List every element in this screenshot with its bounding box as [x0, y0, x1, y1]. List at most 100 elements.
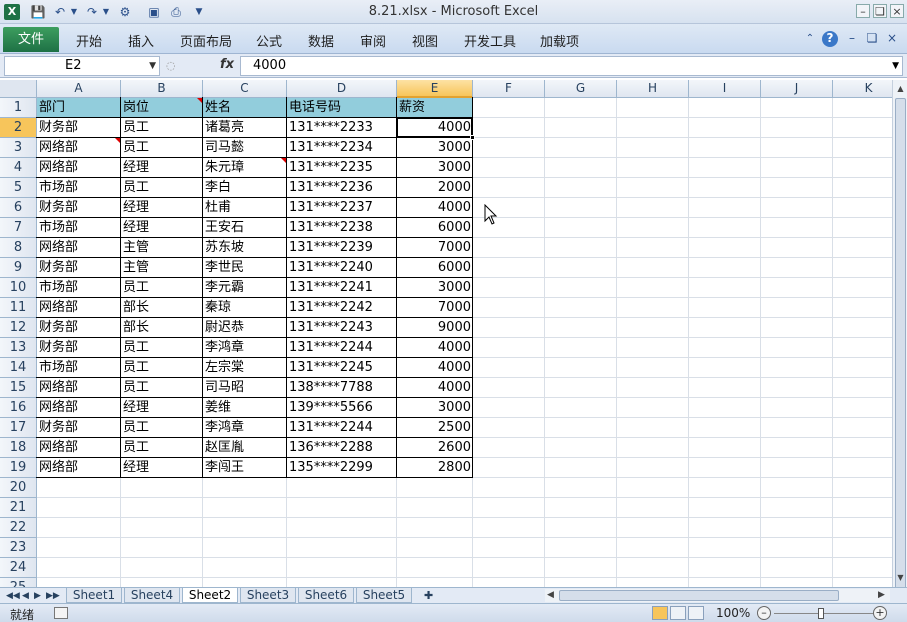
expand-formula-bar-icon[interactable]: ▼ — [892, 57, 899, 75]
row-header-19[interactable]: 19 — [0, 458, 37, 478]
row-header-18[interactable]: 18 — [0, 438, 37, 458]
column-header-h[interactable]: H — [617, 80, 689, 98]
sheet-tab-sheet4[interactable]: Sheet4 — [124, 588, 180, 603]
column-header-c[interactable]: C — [203, 80, 287, 98]
column-header-j[interactable]: J — [761, 80, 833, 98]
name-box-dropdown-icon[interactable]: ▼ — [149, 57, 156, 75]
row-header-5[interactable]: 5 — [0, 178, 37, 198]
tab-data[interactable]: 数据 — [308, 31, 334, 50]
tab-review[interactable]: 审阅 — [360, 31, 386, 50]
column-header-d[interactable]: D — [287, 80, 397, 98]
active-cell-selection[interactable] — [396, 117, 475, 140]
scroll-down-icon[interactable]: ▼ — [893, 570, 907, 585]
insert-function-button[interactable]: fx — [220, 57, 234, 72]
row-header-23[interactable]: 23 — [0, 538, 37, 558]
zoom-in-icon[interactable]: + — [873, 606, 887, 620]
sheet-tab-sheet3[interactable]: Sheet3 — [240, 588, 296, 603]
page-break-view-icon[interactable] — [688, 606, 704, 620]
row-header-9[interactable]: 9 — [0, 258, 37, 278]
prev-sheet-icon[interactable]: ◀ — [22, 589, 29, 603]
insert-sheet-icon[interactable]: ✚ — [424, 589, 433, 603]
column-header-i[interactable]: I — [689, 80, 761, 98]
page-layout-view-icon[interactable] — [670, 606, 686, 620]
sheet-tab-sheet2[interactable]: Sheet2 — [182, 588, 238, 603]
workbook-close-icon[interactable]: × — [884, 31, 900, 47]
sheet-tab-sheet5[interactable]: Sheet5 — [356, 588, 412, 603]
next-sheet-icon[interactable]: ▶ — [34, 589, 41, 603]
comment-indicator-icon[interactable] — [281, 158, 286, 163]
zoom-slider-knob[interactable] — [818, 608, 824, 619]
zoom-slider[interactable] — [774, 613, 874, 614]
worksheet-grid[interactable]: A B C D E F G H I J K 1 2 3 4 5 6 7 8 9 10 11 12 13 14 15 16 17 18 19… — [0, 80, 892, 587]
column-header-g[interactable]: G — [545, 80, 617, 98]
vertical-scroll-thumb[interactable] — [895, 98, 906, 593]
zoom-level[interactable]: 100% — [716, 606, 750, 620]
gridline — [616, 98, 617, 587]
row-header-7[interactable]: 7 — [0, 218, 37, 238]
row-header-15[interactable]: 15 — [0, 378, 37, 398]
minimize-icon[interactable]: – — [856, 4, 870, 18]
vertical-scrollbar[interactable]: ▲ ▼ — [892, 80, 907, 593]
workbook-restore-icon[interactable]: ❏ — [864, 31, 880, 47]
fill-handle[interactable] — [470, 135, 475, 140]
select-all-corner[interactable] — [0, 80, 37, 98]
row-header-24[interactable]: 24 — [0, 558, 37, 578]
scroll-left-icon[interactable]: ◀ — [547, 589, 554, 602]
tab-addins[interactable]: 加载项 — [540, 31, 579, 50]
name-box[interactable]: E2 ▼ — [4, 56, 160, 76]
row-header-3[interactable]: 3 — [0, 138, 37, 158]
minimize-ribbon-icon[interactable]: ⌃ — [802, 31, 818, 47]
row-header-1[interactable]: 1 — [0, 98, 37, 118]
row-header-11[interactable]: 11 — [0, 298, 37, 318]
row-header-12[interactable]: 12 — [0, 318, 37, 338]
tab-home[interactable]: 开始 — [76, 31, 102, 50]
tab-developer[interactable]: 开发工具 — [464, 31, 516, 50]
comment-indicator-icon[interactable] — [197, 98, 202, 103]
row-header-13[interactable]: 13 — [0, 338, 37, 358]
tab-insert[interactable]: 插入 — [128, 31, 154, 50]
close-icon[interactable]: × — [890, 4, 904, 18]
scroll-up-icon[interactable]: ▲ — [893, 81, 907, 96]
row-header-4[interactable]: 4 — [0, 158, 37, 178]
tab-view[interactable]: 视图 — [412, 31, 438, 50]
tab-page-layout[interactable]: 页面布局 — [180, 31, 232, 50]
row-header-2[interactable]: 2 — [0, 118, 37, 138]
column-header-e[interactable]: E — [397, 80, 473, 98]
normal-view-icon[interactable] — [652, 606, 668, 620]
restore-icon[interactable]: ❏ — [873, 4, 887, 18]
horizontal-scroll-thumb[interactable] — [559, 590, 839, 601]
tab-formulas[interactable]: 公式 — [256, 31, 282, 50]
help-icon[interactable]: ? — [822, 31, 838, 47]
cell-border — [36, 217, 121, 238]
sheet-tab-sheet6[interactable]: Sheet6 — [298, 588, 354, 603]
zoom-out-icon[interactable]: – — [757, 606, 771, 620]
gridline — [37, 557, 892, 558]
workbook-minimize-icon[interactable]: – — [844, 31, 860, 47]
cell-border — [202, 397, 287, 418]
column-header-f[interactable]: F — [473, 80, 545, 98]
column-header-a[interactable]: A — [37, 80, 121, 98]
last-sheet-icon[interactable]: ▶▶ — [46, 589, 60, 603]
row-header-16[interactable]: 16 — [0, 398, 37, 418]
row-header-10[interactable]: 10 — [0, 278, 37, 298]
row-header-25[interactable]: 25 — [0, 578, 37, 587]
tab-file[interactable]: 文件 — [3, 27, 59, 52]
comment-indicator-icon[interactable] — [115, 138, 120, 143]
macro-record-icon[interactable] — [54, 607, 68, 619]
row-header-21[interactable]: 21 — [0, 498, 37, 518]
sheet-tab-sheet1[interactable]: Sheet1 — [66, 588, 122, 603]
row-header-17[interactable]: 17 — [0, 418, 37, 438]
formula-input[interactable]: 4000 ▼ — [240, 56, 903, 76]
cell-border — [396, 237, 473, 258]
column-header-b[interactable]: B — [121, 80, 203, 98]
horizontal-scrollbar[interactable]: ◀ ▶ — [545, 589, 890, 602]
column-header-k[interactable]: K — [833, 80, 892, 98]
row-header-8[interactable]: 8 — [0, 238, 37, 258]
row-header-14[interactable]: 14 — [0, 358, 37, 378]
first-sheet-icon[interactable]: ◀◀ — [6, 589, 20, 603]
row-header-22[interactable]: 22 — [0, 518, 37, 538]
formula-cancel-icon[interactable]: ◌ — [162, 56, 210, 76]
row-header-20[interactable]: 20 — [0, 478, 37, 498]
scroll-right-icon[interactable]: ▶ — [878, 589, 885, 602]
row-header-6[interactable]: 6 — [0, 198, 37, 218]
